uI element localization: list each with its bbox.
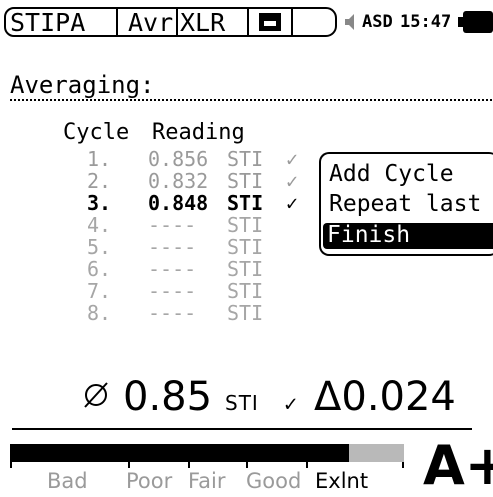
menu-item-add-cycle[interactable]: Add Cycle [329, 160, 454, 188]
cycle-row: 5. ---- STI [0, 236, 320, 258]
page-title: Averaging: [10, 71, 155, 99]
tab-stipa[interactable]: STIPA [10, 9, 85, 36]
reading-unit: STI [227, 235, 264, 259]
check-icon: ✓ [286, 147, 299, 171]
cycle-number: 8. [87, 301, 112, 325]
cycle-row: 6. ---- STI [0, 258, 320, 280]
reading-value: 0.856 [148, 147, 209, 171]
save-icon[interactable] [259, 13, 281, 31]
averaging-menu: Add Cycle Repeat last Finish [319, 152, 493, 256]
reading-unit: STI [227, 257, 264, 281]
rating-label-excellent: Exlnt [315, 469, 369, 493]
tab-avr[interactable]: Avr [128, 9, 173, 36]
rating-label-poor: Poor [126, 469, 173, 493]
reading-value: ---- [148, 279, 197, 303]
reading-unit: STI [227, 191, 264, 215]
scale-tick [306, 462, 308, 468]
average-unit: STI [225, 391, 259, 415]
clock: 15:47 [400, 12, 452, 32]
cycle-row: 4. ---- STI [0, 214, 320, 236]
cycle-number: 7. [87, 279, 112, 303]
rating-label-bad: Bad [47, 469, 88, 493]
menu-item-finish[interactable]: Finish [327, 221, 410, 249]
tab-xlr[interactable]: XLR [180, 9, 225, 36]
cycle-number: 5. [87, 235, 112, 259]
cycle-number: 4. [87, 213, 112, 237]
status-bar: STIPA Avr XLR ASD 15:47 [0, 0, 493, 44]
average-check-icon: ✓ [284, 392, 298, 417]
cycle-number: 3. [87, 191, 112, 215]
cycle-number: 1. [87, 147, 112, 171]
rating-label-fair: Fair [188, 469, 226, 493]
check-icon: ✓ [286, 191, 299, 215]
cycle-row-current: 3. 0.848 STI ✓ [0, 192, 320, 214]
scale-tick [402, 462, 404, 468]
cycle-row: 7. ---- STI [0, 280, 320, 302]
rating-grade: A+ [423, 434, 493, 497]
cycle-column-header: Cycle [63, 120, 130, 145]
scale-tick [10, 462, 12, 468]
reading-value: ---- [148, 301, 197, 325]
battery-icon [458, 11, 493, 33]
cycle-row: 2. 0.832 STI ✓ [0, 170, 320, 192]
reading-unit: STI [227, 279, 264, 303]
reading-unit: STI [227, 147, 264, 171]
reading-value: 0.848 [148, 191, 209, 215]
reading-unit: STI [227, 301, 264, 325]
reading-column-header: Reading [152, 120, 245, 145]
rating-bar-remainder [349, 444, 404, 462]
delta-value: Δ0.024 [314, 374, 456, 420]
menu-item-repeat-last[interactable]: Repeat last [329, 190, 481, 218]
rating-bar-fill [10, 444, 349, 462]
cycle-row: 1. 0.856 STI ✓ [0, 148, 320, 170]
average-value: 0.85 [123, 374, 213, 420]
reading-value: ---- [148, 213, 197, 237]
reading-value: ---- [148, 235, 197, 259]
title-underline [10, 99, 493, 101]
asd-indicator: ASD [362, 12, 393, 32]
reading-unit: STI [227, 169, 264, 193]
mode-tab-row: STIPA Avr XLR [4, 7, 337, 37]
cycle-number: 6. [87, 257, 112, 281]
cycle-number: 2. [87, 169, 112, 193]
rating-label-good: Good [246, 469, 302, 493]
check-icon: ✓ [286, 169, 299, 193]
reading-value: 0.832 [148, 169, 209, 193]
reading-unit: STI [227, 213, 264, 237]
divider [12, 428, 472, 430]
diameter-icon [84, 382, 108, 408]
cycle-row: 8. ---- STI [0, 302, 320, 324]
speaker-icon [345, 14, 354, 30]
reading-value: ---- [148, 257, 197, 281]
